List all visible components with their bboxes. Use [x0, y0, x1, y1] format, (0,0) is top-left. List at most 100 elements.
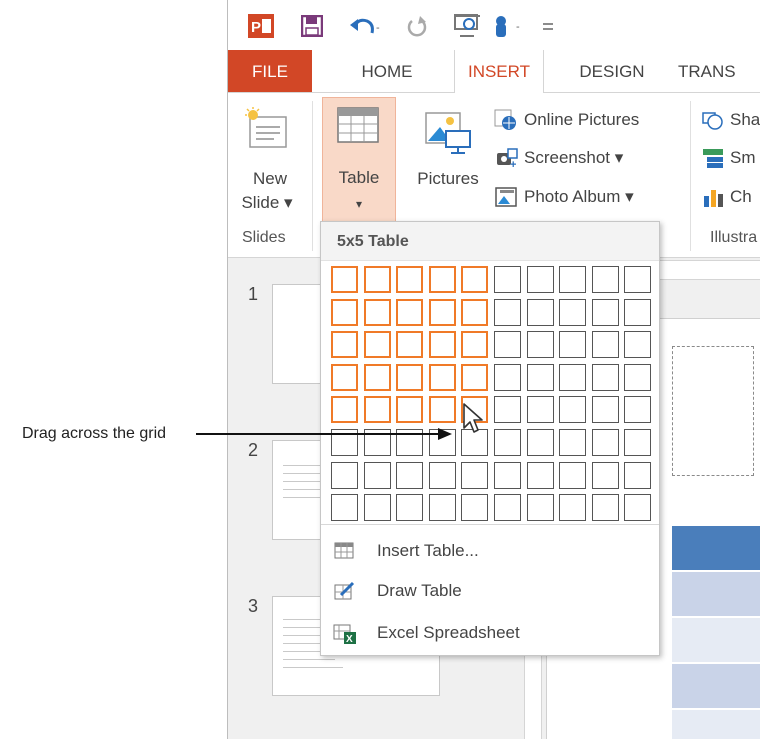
grid-cell[interactable] [429, 462, 456, 489]
screenshot-button[interactable]: + Screenshot ▾ [494, 145, 623, 171]
grid-cell-selected[interactable] [364, 364, 391, 391]
grid-cell[interactable] [494, 396, 521, 423]
grid-cell[interactable] [461, 494, 488, 521]
grid-cell[interactable] [624, 396, 651, 423]
grid-cell[interactable] [592, 396, 619, 423]
grid-cell[interactable] [429, 494, 456, 521]
grid-cell[interactable] [592, 331, 619, 358]
grid-cell[interactable] [592, 462, 619, 489]
grid-cell-selected[interactable] [429, 299, 456, 326]
grid-cell-selected[interactable] [364, 299, 391, 326]
grid-cell[interactable] [624, 266, 651, 293]
grid-cell[interactable] [624, 462, 651, 489]
grid-cell-selected[interactable] [331, 299, 358, 326]
grid-cell[interactable] [396, 462, 423, 489]
new-slide-button[interactable]: New Slide ▾ [234, 99, 306, 219]
grid-cell-selected[interactable] [429, 331, 456, 358]
grid-cell-selected[interactable] [429, 364, 456, 391]
tab-transitions[interactable]: TRANS [678, 50, 760, 92]
grid-cell[interactable] [624, 299, 651, 326]
grid-cell-selected[interactable] [396, 299, 423, 326]
tab-file[interactable]: FILE [228, 50, 312, 92]
grid-cell[interactable] [494, 299, 521, 326]
grid-cell[interactable] [364, 429, 391, 456]
tab-insert[interactable]: INSERT [454, 50, 544, 93]
online-pictures-button[interactable]: Online Pictures [494, 107, 639, 133]
grid-cell[interactable] [396, 429, 423, 456]
grid-cell[interactable] [527, 494, 554, 521]
grid-cell[interactable] [527, 331, 554, 358]
grid-cell-selected[interactable] [331, 266, 358, 293]
grid-cell[interactable] [559, 331, 586, 358]
grid-cell[interactable] [494, 429, 521, 456]
customize-qat-icon[interactable] [540, 14, 556, 38]
grid-cell-selected[interactable] [461, 266, 488, 293]
grid-cell[interactable] [331, 429, 358, 456]
photo-album-button[interactable]: Photo Album ▾ [494, 184, 634, 210]
grid-cell[interactable] [331, 494, 358, 521]
touch-mode-icon[interactable]: - [490, 14, 530, 38]
grid-cell-selected[interactable] [331, 331, 358, 358]
grid-cell[interactable] [559, 364, 586, 391]
grid-cell-selected[interactable] [331, 396, 358, 423]
grid-cell[interactable] [429, 429, 456, 456]
grid-cell[interactable] [494, 331, 521, 358]
grid-cell-selected[interactable] [364, 396, 391, 423]
grid-cell[interactable] [527, 266, 554, 293]
grid-cell-selected[interactable] [331, 364, 358, 391]
tab-home[interactable]: HOME [344, 50, 430, 92]
grid-cell[interactable] [592, 494, 619, 521]
grid-cell[interactable] [559, 462, 586, 489]
grid-cell-selected[interactable] [429, 266, 456, 293]
grid-cell-selected[interactable] [461, 364, 488, 391]
grid-cell[interactable] [624, 364, 651, 391]
table-button[interactable]: Table ▾ [322, 97, 396, 223]
from-beginning-icon[interactable] [454, 14, 484, 38]
grid-cell[interactable] [527, 299, 554, 326]
grid-cell[interactable] [559, 429, 586, 456]
pictures-button[interactable]: Pictures [408, 99, 488, 219]
grid-cell-selected[interactable] [396, 396, 423, 423]
grid-cell-selected[interactable] [396, 364, 423, 391]
grid-cell[interactable] [624, 429, 651, 456]
grid-cell[interactable] [559, 299, 586, 326]
grid-cell[interactable] [494, 462, 521, 489]
grid-cell[interactable] [559, 266, 586, 293]
grid-cell[interactable] [559, 396, 586, 423]
grid-cell[interactable] [364, 494, 391, 521]
redo-icon[interactable] [406, 14, 428, 38]
grid-cell[interactable] [592, 364, 619, 391]
grid-cell[interactable] [527, 462, 554, 489]
grid-cell[interactable] [624, 494, 651, 521]
grid-cell[interactable] [592, 266, 619, 293]
chart-button[interactable]: Ch [702, 184, 752, 210]
grid-cell[interactable] [364, 462, 391, 489]
grid-cell-selected[interactable] [461, 299, 488, 326]
excel-spreadsheet-menu-item[interactable]: X Excel Spreadsheet [321, 614, 659, 652]
grid-cell-selected[interactable] [396, 331, 423, 358]
undo-icon[interactable]: - [348, 14, 384, 38]
tab-design[interactable]: DESIGN [564, 50, 660, 92]
placeholder-box[interactable] [672, 346, 754, 476]
grid-cell[interactable] [527, 364, 554, 391]
grid-cell[interactable] [461, 462, 488, 489]
grid-cell-selected[interactable] [461, 331, 488, 358]
save-icon[interactable] [300, 14, 324, 38]
grid-cell[interactable] [396, 494, 423, 521]
grid-cell-selected[interactable] [396, 266, 423, 293]
smartart-button[interactable]: Sm [702, 145, 756, 171]
grid-cell[interactable] [494, 364, 521, 391]
insert-table-dropdown[interactable]: 5x5 Table Insert Table... Draw Table X E… [320, 221, 660, 656]
grid-cell-selected[interactable] [364, 331, 391, 358]
grid-cell[interactable] [592, 429, 619, 456]
grid-cell[interactable] [527, 396, 554, 423]
draw-table-menu-item[interactable]: Draw Table [321, 572, 659, 610]
grid-cell[interactable] [624, 331, 651, 358]
grid-cell-selected[interactable] [364, 266, 391, 293]
grid-cell[interactable] [527, 429, 554, 456]
grid-cell[interactable] [331, 462, 358, 489]
grid-cell[interactable] [494, 494, 521, 521]
grid-cell-selected[interactable] [429, 396, 456, 423]
insert-table-menu-item[interactable]: Insert Table... [321, 532, 659, 570]
shapes-button[interactable]: Sha [702, 107, 760, 133]
